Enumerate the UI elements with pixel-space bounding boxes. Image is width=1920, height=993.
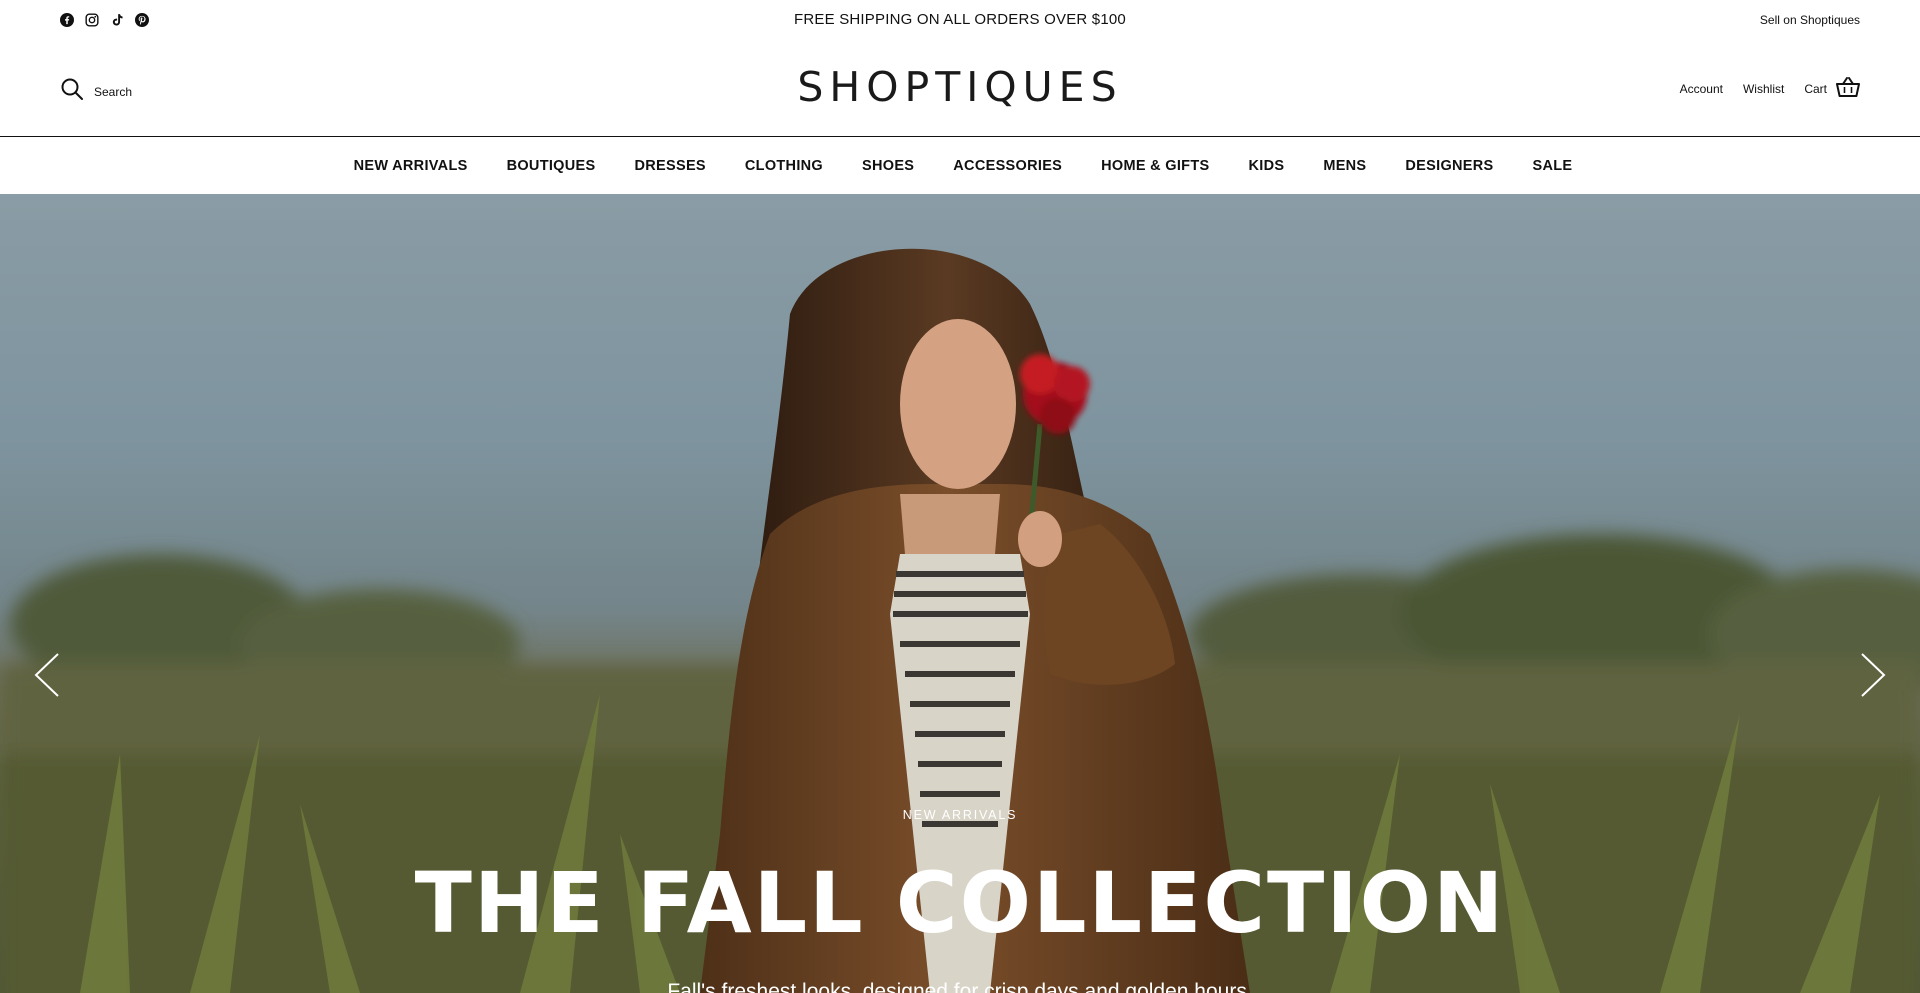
- chevron-right-icon: [1861, 653, 1886, 697]
- chevron-left-icon: [34, 653, 59, 697]
- nav-home-gifts[interactable]: HOME & GIFTS: [1101, 158, 1209, 174]
- hero-kicker: NEW ARRIVALS: [902, 808, 1018, 822]
- previous-slide-button[interactable]: [32, 652, 62, 698]
- main-navigation: NEW ARRIVALS BOUTIQUES DRESSES CLOTHING …: [0, 136, 1920, 194]
- nav-shoes[interactable]: SHOES: [862, 158, 914, 174]
- nav-accessories[interactable]: ACCESSORIES: [953, 158, 1062, 174]
- cart-label: Cart: [1804, 81, 1827, 96]
- shipping-announcement: FREE SHIPPING ON ALL ORDERS OVER $100: [794, 11, 1126, 28]
- nav-dresses[interactable]: DRESSES: [634, 158, 705, 174]
- nav-designers[interactable]: DESIGNERS: [1405, 158, 1493, 174]
- sell-on-shoptiques-link[interactable]: Sell on Shoptiques: [1760, 13, 1860, 27]
- hero-slideshow[interactable]: NEW ARRIVALS THE FALL COLLECTION Fall's …: [0, 194, 1920, 993]
- wishlist-link[interactable]: Wishlist: [1743, 82, 1784, 96]
- next-slide-button[interactable]: [1858, 652, 1888, 698]
- hero-headline: THE FALL COLLECTION: [414, 854, 1506, 952]
- cart-button[interactable]: Cart: [1804, 76, 1860, 101]
- nav-clothing[interactable]: CLOTHING: [745, 158, 823, 174]
- announcement-bar: FREE SHIPPING ON ALL ORDERS OVER $100 Se…: [0, 0, 1920, 40]
- nav-new-arrivals[interactable]: NEW ARRIVALS: [354, 158, 468, 174]
- nav-kids[interactable]: KIDS: [1248, 158, 1284, 174]
- site-header: Search SHOPTIQUES Account Wishlist Cart: [0, 40, 1920, 136]
- hero-subline: Fall's freshest looks, designed for cris…: [667, 980, 1253, 993]
- header-actions: Account Wishlist Cart: [1680, 76, 1860, 101]
- site-logo[interactable]: SHOPTIQUES: [0, 63, 1920, 111]
- nav-mens[interactable]: MENS: [1323, 158, 1366, 174]
- nav-boutiques[interactable]: BOUTIQUES: [507, 158, 596, 174]
- basket-icon: [1836, 76, 1860, 101]
- nav-sale[interactable]: SALE: [1533, 158, 1573, 174]
- account-link[interactable]: Account: [1680, 82, 1723, 96]
